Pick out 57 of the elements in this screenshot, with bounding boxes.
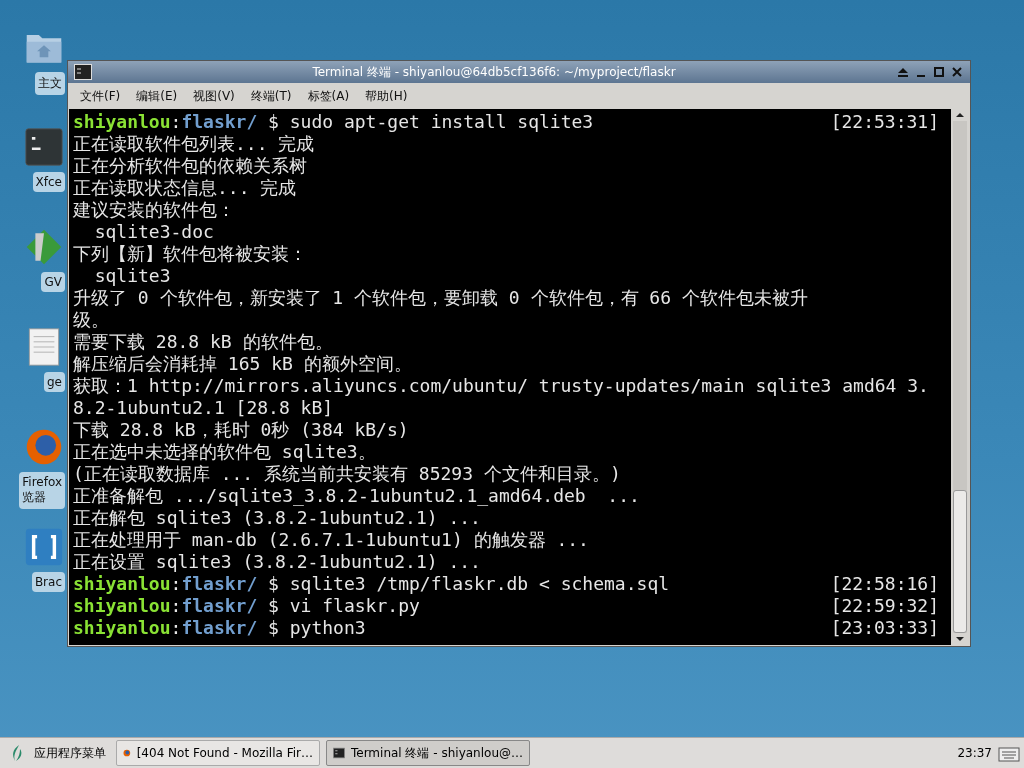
icon-label[interactable]: ge (44, 372, 65, 392)
bracket-icon[interactable] (25, 528, 63, 566)
output-line: sqlite3-doc (93, 221, 214, 243)
output-line: 升级了 0 个软件包，新安装了 1 个软件包，要卸载 0 个软件包，有 66 个软件包未被升 (73, 287, 808, 309)
timestamp: [22:53:31] (830, 111, 940, 133)
terminal-icon[interactable] (25, 128, 63, 166)
prompt-line: shiyanlou:flaskr/ $ sqlite3 /tmp/flaskr.db < schema.sql (73, 573, 671, 595)
prompt-line: shiyanlou:flaskr/ $ sudo apt-get install sqlite3 (73, 111, 595, 133)
output-line: 正在读取软件包列表... 完成 (73, 133, 315, 155)
taskbar-button[interactable]: Terminal 终端 - shiyanlou@… (326, 740, 530, 766)
timestamp: [22:58:16] (830, 573, 940, 595)
menu-item[interactable]: 视图(V) (193, 87, 235, 105)
output-line: 正在选中未选择的软件包 sqlite3。 (73, 441, 376, 463)
icon-label[interactable]: Xfce (32, 172, 65, 192)
menu-item[interactable]: 文件(F) (80, 87, 121, 105)
icon-label[interactable]: Firefox 览器 (19, 472, 65, 509)
menu-item[interactable]: 终端(T) (250, 87, 292, 105)
output-line: 获取：1 http://mirrors.aliyuncs.com/ubuntu/ trusty-updates/main sqlite3 amd64 3. (73, 375, 929, 397)
scrollbar[interactable] (951, 109, 969, 645)
maximize-icon[interactable] (932, 65, 946, 79)
output-line: 正在设置 sqlite3 (3.8.2-1ubuntu2.1) ... (73, 551, 481, 573)
terminal-icon (74, 64, 92, 80)
shade-icon[interactable] (896, 65, 910, 79)
output-line: 下列【新】软件包将被安装： (73, 243, 307, 265)
prompt-line: shiyanlou:flaskr/ $ python3 (73, 617, 367, 639)
taskbar-button[interactable]: [404 Not Found - Mozilla Fir… (116, 740, 320, 766)
output-line: 正在处理用于 man-db (2.6.7.1-1ubuntu1) 的触发器 ... (73, 529, 589, 551)
clock[interactable]: 23:37 (957, 746, 992, 760)
close-icon[interactable] (950, 65, 964, 79)
prompt-line: shiyanlou:flaskr/ $ vi flaskr.py (73, 595, 421, 617)
vim-icon[interactable] (25, 228, 63, 266)
terminal-icon (333, 746, 345, 760)
menu-item[interactable]: 标签(A) (307, 87, 350, 105)
output-line: 下载 28.8 kB，耗时 0秒 (384 kB/s) (73, 419, 409, 441)
output-line: 正在读取状态信息... 完成 (73, 177, 297, 199)
output-line: 解压缩后会消耗掉 165 kB 的额外空间。 (73, 353, 412, 375)
icon-label[interactable]: 主文 (35, 72, 65, 95)
output-line: 级。 (73, 309, 109, 331)
output-line: 需要下载 28.8 kB 的软件包。 (73, 331, 333, 353)
menu-item[interactable]: 编辑(E) (136, 87, 178, 105)
output-line: 8.2-1ubuntu2.1 [28.8 kB] (73, 397, 334, 419)
output-line: 建议安装的软件包： (73, 199, 235, 221)
keyboard-icon[interactable] (998, 744, 1020, 762)
timestamp: [23:03:33] (830, 617, 940, 639)
scrollbar-thumb[interactable] (953, 489, 967, 633)
output-line: 正在解包 sqlite3 (3.8.2-1ubuntu2.1) ... (73, 507, 481, 529)
icon-label[interactable]: GV (41, 272, 65, 292)
output-line: 正准备解包 .../sqlite3_3.8.2-1ubuntu2.1_amd64.deb ... (73, 485, 640, 507)
timestamp: [22:59:32] (830, 595, 940, 617)
menu-item[interactable]: 帮助(H) (365, 87, 408, 105)
window-title: Terminal 终端 - shiyanlou@64db5cf136f6: ~/myproject/flaskr (311, 63, 677, 81)
applications-menu[interactable]: 应用程序菜单 (34, 744, 106, 762)
leaf-icon[interactable] (10, 744, 24, 762)
output-line: (正在读取数据库 ... 系统当前共安装有 85293 个文件和目录。) (73, 463, 621, 485)
icon-label[interactable]: Brac (31, 572, 65, 592)
output-line: sqlite3 (93, 265, 171, 287)
output-line: 正在分析软件包的依赖关系树 (73, 155, 307, 177)
